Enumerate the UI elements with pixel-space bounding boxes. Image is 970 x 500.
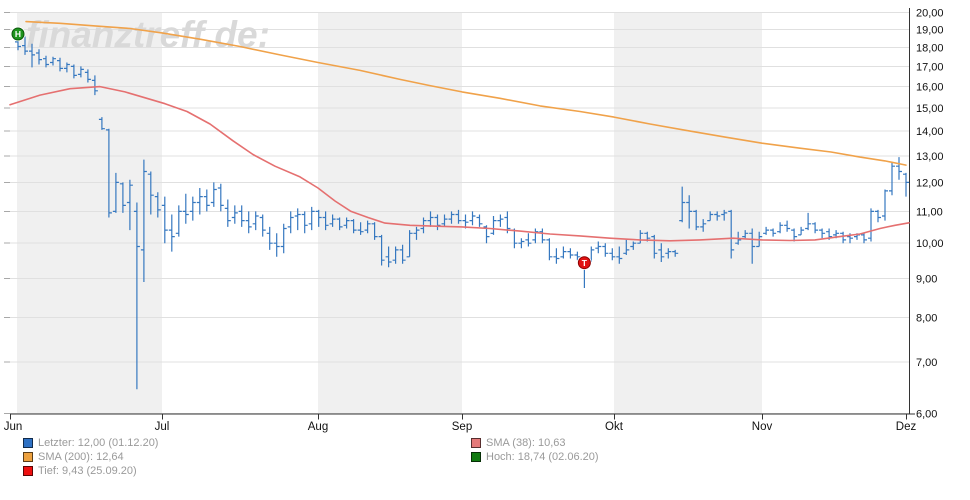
legend-left-column: Letzter: 12,00 (01.12.20) SMA (200): 12,… — [23, 436, 158, 478]
tief-swatch-icon — [23, 466, 33, 476]
x-axis-label: Jun — [4, 421, 23, 433]
legend-letzter-label: Letzter: 12,00 (01.12.20) — [38, 437, 159, 449]
legend-item-hoch: Hoch: 18,74 (02.06.20) — [471, 450, 599, 464]
legend-item-tief: Tief: 9,43 (25.09.20) — [23, 464, 158, 478]
y-axis-label: 16,00 — [916, 82, 944, 94]
x-axis-label: Dez — [896, 421, 917, 433]
x-axis-label: Nov — [752, 421, 773, 433]
legend-item-letzter: Letzter: 12,00 (01.12.20) — [23, 436, 158, 450]
y-axis-label: 17,00 — [916, 61, 944, 73]
y-axis-label: 7,00 — [916, 357, 937, 369]
month-band — [318, 12, 462, 414]
y-axis-label: 18,00 — [916, 42, 944, 54]
letzter-swatch-icon — [23, 438, 33, 448]
watermark-logo: finanztreff.de: — [26, 14, 270, 55]
tief-marker-glyph: T — [582, 258, 588, 268]
legend-tief-label: Tief: 9,43 (25.09.20) — [38, 465, 137, 477]
y-axis-label: 8,00 — [916, 312, 937, 324]
month-band — [17, 12, 162, 414]
hoch-swatch-icon — [471, 452, 481, 462]
stock-chart-panel: finanztreff.de: 20,00 19,00 18,00 17,00 16,00… — [0, 0, 970, 500]
x-axis-label: Sep — [452, 421, 472, 433]
y-axis-label: 12,00 — [916, 177, 944, 189]
y-axis-label: 14,00 — [916, 126, 944, 138]
price-chart: finanztreff.de: 20,00 19,00 18,00 17,00 16,00… — [4, 7, 944, 433]
month-band — [614, 12, 762, 414]
hoch-marker-glyph: H — [15, 29, 21, 39]
x-axis-label: Aug — [308, 421, 328, 433]
legend-sma200-label: SMA (200): 12,64 — [38, 451, 124, 463]
sma200-swatch-icon — [23, 452, 33, 462]
y-axis-label: 13,00 — [916, 151, 944, 163]
y-axis-label: 6,00 — [916, 408, 937, 420]
y-axis-label: 15,00 — [916, 103, 944, 115]
y-axis-label: 11,00 — [916, 206, 943, 218]
y-axis-label: 9,00 — [916, 273, 937, 285]
y-axis-label: 20,00 — [916, 7, 944, 19]
legend-sma38-label: SMA (38): 10,63 — [486, 437, 566, 449]
legend-hoch-label: Hoch: 18,74 (02.06.20) — [486, 451, 599, 463]
y-axis-label: 10,00 — [916, 238, 944, 250]
y-axis-label: 19,00 — [916, 24, 944, 36]
legend-item-sma38: SMA (38): 10,63 — [471, 436, 599, 450]
x-axis-label: Okt — [605, 421, 624, 433]
x-axis-label: Jul — [155, 421, 170, 433]
sma38-swatch-icon — [471, 438, 481, 448]
legend-right-column: SMA (38): 10,63 Hoch: 18,74 (02.06.20) — [471, 436, 599, 464]
legend-item-sma200: SMA (200): 12,64 — [23, 450, 158, 464]
